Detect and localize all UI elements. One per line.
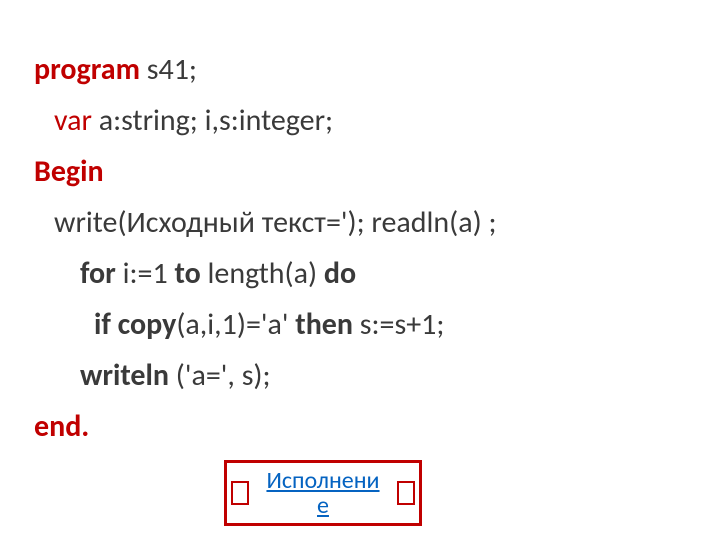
- kw-for: for: [80, 255, 116, 292]
- execute-button-inner: Исполнение: [231, 468, 415, 518]
- kw-writeln: writeln: [80, 357, 169, 394]
- code-line-5: for i:=1 to length(a) do: [34, 248, 700, 299]
- code-text: ='); readln(a) ;: [326, 204, 497, 241]
- execute-button[interactable]: Исполнение: [224, 460, 422, 526]
- kw-var: var: [54, 102, 92, 139]
- kw-program: program: [34, 51, 140, 88]
- code-text: length(a): [201, 255, 324, 292]
- kw-end: end.: [34, 408, 89, 445]
- code-line-4: write(Исходный текст='); readln(a) ;: [34, 197, 700, 248]
- code-text: s:=s+1;: [353, 306, 444, 343]
- code-line-6: if copy(a,i,1)='а' then s:=s+1;: [34, 299, 700, 350]
- code-text: ('а=', s);: [169, 357, 271, 394]
- kw-then: then: [295, 306, 353, 343]
- kw-if-copy: if copy: [94, 306, 176, 343]
- code-line-7: writeln ('а=', s);: [34, 350, 700, 401]
- code-text: (a,i,1)='а': [176, 306, 295, 343]
- code-line-8: end.: [34, 401, 700, 452]
- code-text: Исходный текст: [127, 204, 326, 241]
- kw-do: do: [324, 255, 356, 292]
- code-block: program s41; var a:string; i,s:integer; …: [0, 0, 720, 472]
- kw-begin: Begin: [34, 153, 104, 190]
- code-text: s41;: [140, 51, 197, 88]
- code-line-3: Begin: [34, 146, 700, 197]
- decor-square-left-icon: [231, 481, 249, 505]
- code-text: a:string; i,s:integer;: [92, 102, 333, 139]
- code-text: write(: [54, 204, 127, 241]
- code-text: i:=1: [116, 255, 175, 292]
- code-line-1: program s41;: [34, 44, 700, 95]
- decor-square-right-icon: [397, 481, 415, 505]
- execute-button-label: Исполнение: [263, 468, 383, 518]
- kw-to: to: [174, 255, 200, 292]
- code-line-2: var a:string; i,s:integer;: [34, 95, 700, 146]
